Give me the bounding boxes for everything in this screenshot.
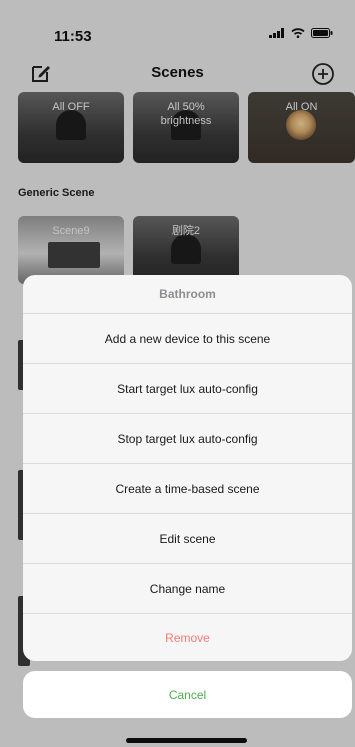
create-time-scene-button[interactable]: Create a time-based scene <box>23 464 352 514</box>
action-sheet: Bathroom Add a new device to this scene … <box>23 275 352 661</box>
remove-button[interactable]: Remove <box>23 614 352 661</box>
add-device-button[interactable]: Add a new device to this scene <box>23 314 352 364</box>
action-sheet-title: Bathroom <box>23 275 352 314</box>
cancel-button[interactable]: Cancel <box>23 671 352 718</box>
edit-scene-button[interactable]: Edit scene <box>23 514 352 564</box>
start-lux-autoconfig-button[interactable]: Start target lux auto-config <box>23 364 352 414</box>
stop-lux-autoconfig-button[interactable]: Stop target lux auto-config <box>23 414 352 464</box>
change-name-button[interactable]: Change name <box>23 564 352 614</box>
